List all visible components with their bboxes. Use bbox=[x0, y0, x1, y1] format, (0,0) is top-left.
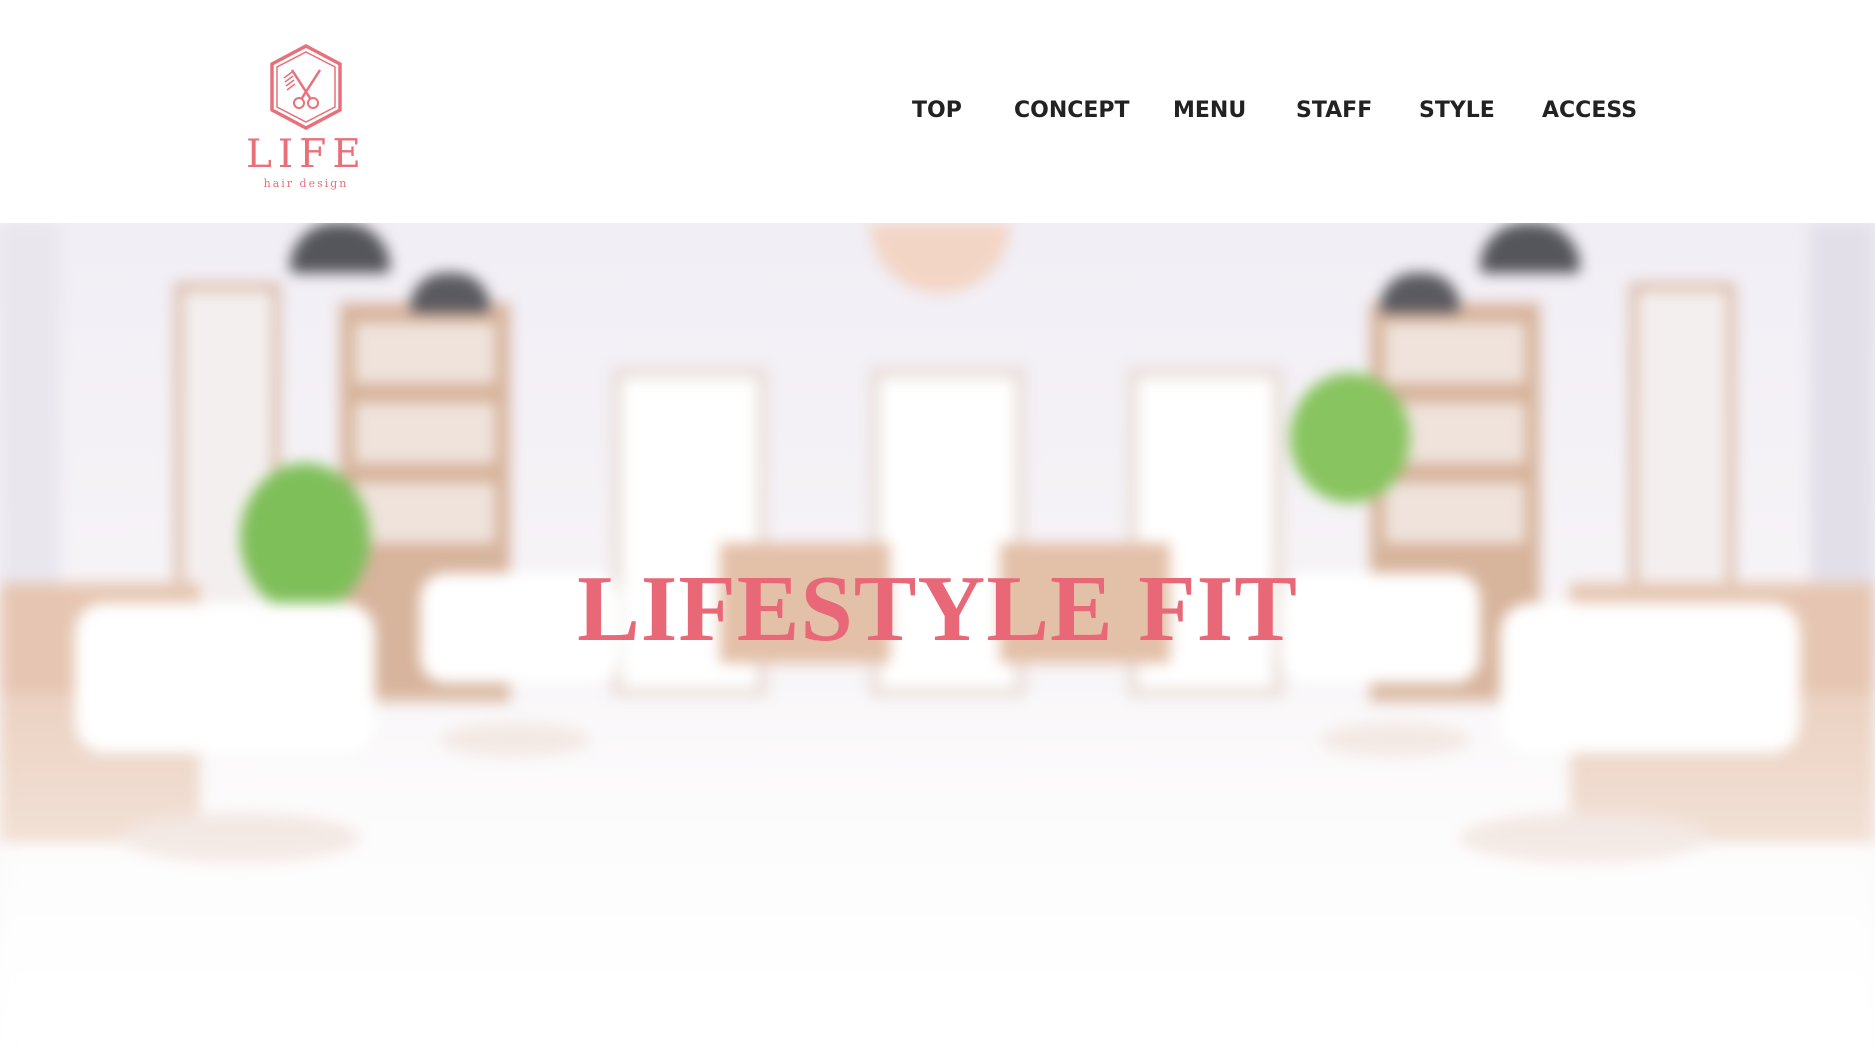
site-header: LIFE hair design TOP CONCEPT MENU STAFF … bbox=[0, 0, 1875, 223]
nav-item-staff[interactable]: STAFF bbox=[1296, 98, 1372, 123]
nav-item-top[interactable]: TOP bbox=[912, 98, 962, 123]
logo-tagline: hair design bbox=[263, 177, 349, 190]
nav-item-style[interactable]: STYLE bbox=[1419, 98, 1495, 123]
hero-banner: LIFESTYLE FIT bbox=[0, 223, 1875, 1056]
nav-item-menu[interactable]: MENU bbox=[1173, 98, 1246, 123]
site-logo[interactable]: LIFE hair design bbox=[246, 40, 366, 196]
scissors-hexagon-icon bbox=[270, 44, 342, 130]
logo-wordmark: LIFE bbox=[246, 132, 367, 177]
nav-item-access[interactable]: ACCESS bbox=[1542, 98, 1637, 123]
nav-item-concept[interactable]: CONCEPT bbox=[1014, 98, 1130, 123]
hero-title: LIFESTYLE FIT bbox=[577, 557, 1298, 661]
